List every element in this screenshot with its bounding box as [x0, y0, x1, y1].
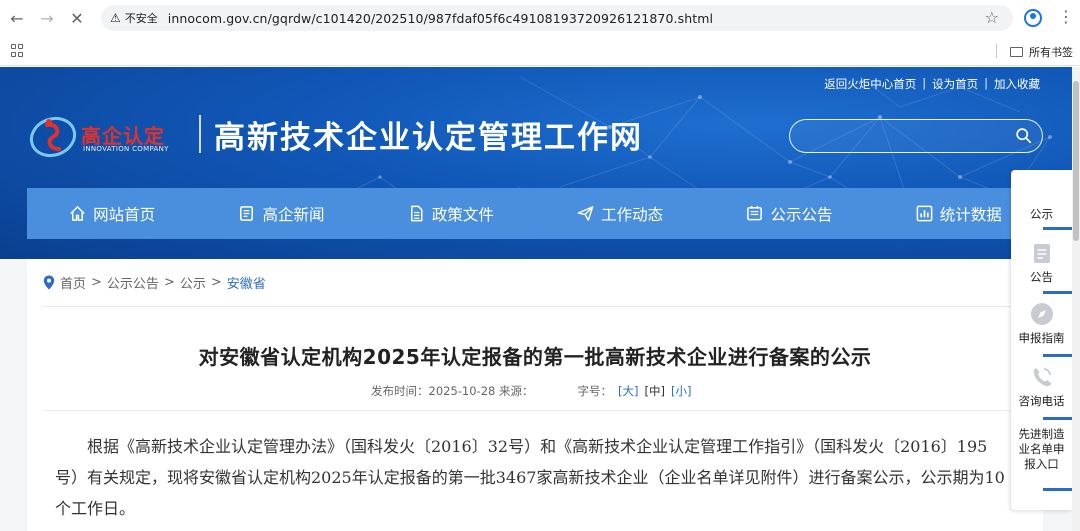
news-icon: [240, 206, 254, 221]
folder-icon: [1010, 47, 1023, 57]
top-link-add-favorite[interactable]: 加入收藏: [994, 76, 1040, 92]
phone-icon: [1033, 368, 1051, 387]
document-icon: [410, 205, 423, 222]
top-link-separator: |: [984, 76, 988, 90]
font-size-label: 字号：: [577, 384, 613, 398]
breadcrumb: 首页 > 公示公告 > 公示 > 安徽省: [43, 273, 266, 292]
article-body: 根据《高新技术企业认定管理办法》（国科发火〔2016〕32号）和《高新技术企业认…: [55, 437, 1005, 518]
page-scrollbar[interactable]: [1072, 67, 1080, 531]
breadcrumb-home[interactable]: 首页: [60, 273, 86, 292]
chart-icon: [916, 205, 933, 222]
side-tool-underline: [1043, 227, 1072, 230]
breadcrumb-separator: >: [163, 275, 175, 290]
publish-info: 发布时间：2025-10-28 来源：: [371, 384, 534, 398]
stop-loading-icon[interactable]: ✕: [64, 5, 90, 31]
notice-icon: [747, 205, 763, 221]
bookmarks-separator: [996, 44, 997, 58]
main-nav: 网站首页 高企新闻 政策文件 工作动态 公示公告 统计数据: [27, 188, 1043, 239]
bookmarks-bar: 所有书签: [0, 36, 1080, 66]
location-pin-icon: [43, 275, 55, 290]
security-label: 不安全: [124, 12, 158, 25]
breadcrumb-current[interactable]: 安徽省: [227, 273, 266, 292]
address-bar[interactable]: ⚠ 不安全 innocom.gov.cn/gqrdw/c101420/20251…: [101, 5, 1013, 31]
warning-icon: ⚠: [110, 11, 121, 25]
top-link-torch-home[interactable]: 返回火炬中心首页: [824, 76, 916, 92]
top-links: 返回火炬中心首页 | 设为首页 | 加入收藏: [824, 76, 1040, 92]
nav-label: 高企新闻: [262, 205, 325, 224]
logo-subtext: INNOVATION COMPANY: [83, 145, 169, 153]
back-icon[interactable]: ←: [4, 5, 30, 31]
divider: [43, 306, 1027, 307]
font-size-large-link[interactable]: [大]: [618, 383, 638, 399]
nav-label: 网站首页: [93, 205, 156, 224]
browser-toolbar: ← → ✕ ⚠ 不安全 innocom.gov.cn/gqrdw/c101420…: [0, 0, 1080, 36]
breadcrumb-notices[interactable]: 公示公告: [107, 273, 159, 292]
side-tool-underline: [1043, 291, 1072, 294]
nav-label: 公示公告: [770, 205, 833, 224]
nav-item-notices[interactable]: 公示公告: [704, 188, 873, 239]
font-size-small-link[interactable]: [小]: [671, 383, 691, 399]
search-icon[interactable]: [1015, 127, 1032, 144]
side-tool-underline: [1043, 488, 1072, 491]
side-tool-label: 咨询电话: [1018, 394, 1065, 408]
article-meta: 发布时间：2025-10-28 来源： 字号： [大] [中] [小]: [371, 383, 691, 399]
scrollbar-thumb[interactable]: [1073, 81, 1079, 241]
side-tool-label: 申报指南: [1018, 331, 1065, 345]
top-link-set-home[interactable]: 设为首页: [932, 76, 978, 92]
nav-item-policy[interactable]: 政策文件: [366, 188, 535, 239]
top-link-separator: |: [922, 76, 927, 90]
side-tool-guide[interactable]: 申报指南: [1011, 301, 1072, 346]
side-tool-announcement[interactable]: 公告: [1011, 240, 1072, 285]
side-tool-hotline[interactable]: 咨询电话: [1011, 364, 1072, 409]
announcement-icon: [1033, 244, 1050, 263]
breadcrumb-separator: >: [91, 275, 102, 290]
side-tool-underline: [1043, 354, 1072, 357]
site-search-input[interactable]: [789, 119, 1043, 153]
all-bookmarks-button[interactable]: 所有书签: [1010, 44, 1073, 60]
title-divider: [199, 115, 201, 153]
side-tool-underline: [1043, 417, 1072, 420]
nav-item-home[interactable]: 网站首页: [27, 188, 196, 239]
url-text[interactable]: innocom.gov.cn/gqrdw/c101420/202510/987f…: [168, 11, 713, 26]
site-title: 高新技术企业认定管理工作网: [214, 120, 643, 156]
web-page: 返回火炬中心首页 | 设为首页 | 加入收藏 高企认定 INNOVATION C…: [0, 67, 1072, 531]
forward-icon[interactable]: →: [34, 5, 60, 31]
all-bookmarks-label: 所有书签: [1029, 46, 1073, 59]
side-toolbar: 公示 公告 申报指南 咨询电话 先进制造业名单申报入口: [1011, 170, 1072, 510]
site-banner: 返回火炬中心首页 | 设为首页 | 加入收藏 高企认定 INNOVATION C…: [0, 67, 1072, 259]
nav-item-news[interactable]: 高企新闻: [196, 188, 365, 239]
nav-label: 政策文件: [431, 205, 494, 224]
nav-item-work-news[interactable]: 工作动态: [535, 188, 704, 239]
apps-icon[interactable]: [11, 44, 24, 57]
site-logo[interactable]: 高企认定 INNOVATION COMPANY: [27, 111, 187, 161]
compass-icon: [1030, 303, 1053, 325]
bookmark-star-icon[interactable]: ☆: [985, 8, 999, 27]
side-tool-publicity[interactable]: 公示: [1011, 206, 1072, 222]
breadcrumb-publicity[interactable]: 公示: [180, 273, 206, 292]
side-tool-label: 公告: [1030, 270, 1053, 284]
nav-label: 工作动态: [601, 205, 664, 224]
article-title: 对安徽省认定机构2025年认定报备的第一批高新技术企业进行备案的公示: [198, 345, 872, 369]
breadcrumb-separator: >: [210, 275, 222, 290]
paper-plane-icon: [577, 206, 594, 221]
home-icon: [70, 206, 85, 221]
article-container: 首页 > 公示公告 > 公示 > 安徽省 对安徽省认定机构2025年认定报备的第…: [27, 259, 1043, 531]
font-size-medium-link[interactable]: [中]: [644, 383, 664, 399]
logo-emblem-icon: [29, 116, 77, 158]
side-tool-manufacturing-entry[interactable]: 先进制造业名单申报入口: [1011, 427, 1072, 472]
profile-icon[interactable]: [1024, 9, 1042, 27]
side-tool-label: 公示: [1030, 207, 1053, 221]
menu-icon[interactable]: ⋮: [1058, 8, 1074, 26]
nav-label: 统计数据: [939, 205, 1002, 224]
side-tool-label: 先进制造业名单申报入口: [1018, 427, 1065, 471]
divider: [43, 410, 1027, 411]
security-chip[interactable]: ⚠ 不安全: [110, 10, 158, 26]
